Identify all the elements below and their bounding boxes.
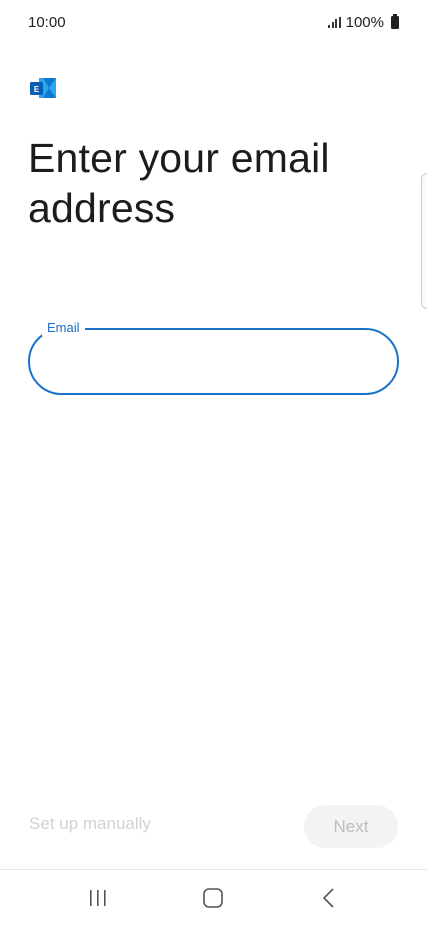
battery-percent: 100%	[345, 13, 384, 31]
page-title: Enter your email address	[28, 135, 330, 231]
battery-icon	[391, 13, 399, 29]
logo-letter: E	[34, 85, 40, 94]
email-input[interactable]	[48, 346, 378, 378]
email-field-label: Email	[42, 320, 85, 336]
edge-panel-handle[interactable]	[421, 173, 427, 309]
navigation-bar	[0, 870, 427, 926]
recent-apps-icon	[89, 890, 106, 906]
status-time: 10:00	[28, 13, 66, 31]
setup-manually-button[interactable]: Set up manually	[29, 814, 151, 834]
screen: 10:00 100% E Enter your email address Em…	[0, 0, 427, 926]
home-button[interactable]	[183, 876, 243, 920]
status-bar: 10:00 100%	[0, 0, 427, 44]
home-icon	[203, 888, 224, 908]
next-button[interactable]: Next	[304, 805, 398, 848]
exchange-logo-icon: E	[30, 78, 56, 98]
status-icons: 100%	[328, 13, 399, 31]
back-icon	[323, 888, 334, 908]
email-field[interactable]: Email	[28, 320, 399, 395]
signal-icon	[328, 16, 341, 28]
back-button[interactable]	[299, 876, 359, 920]
recent-apps-button[interactable]	[68, 876, 128, 920]
